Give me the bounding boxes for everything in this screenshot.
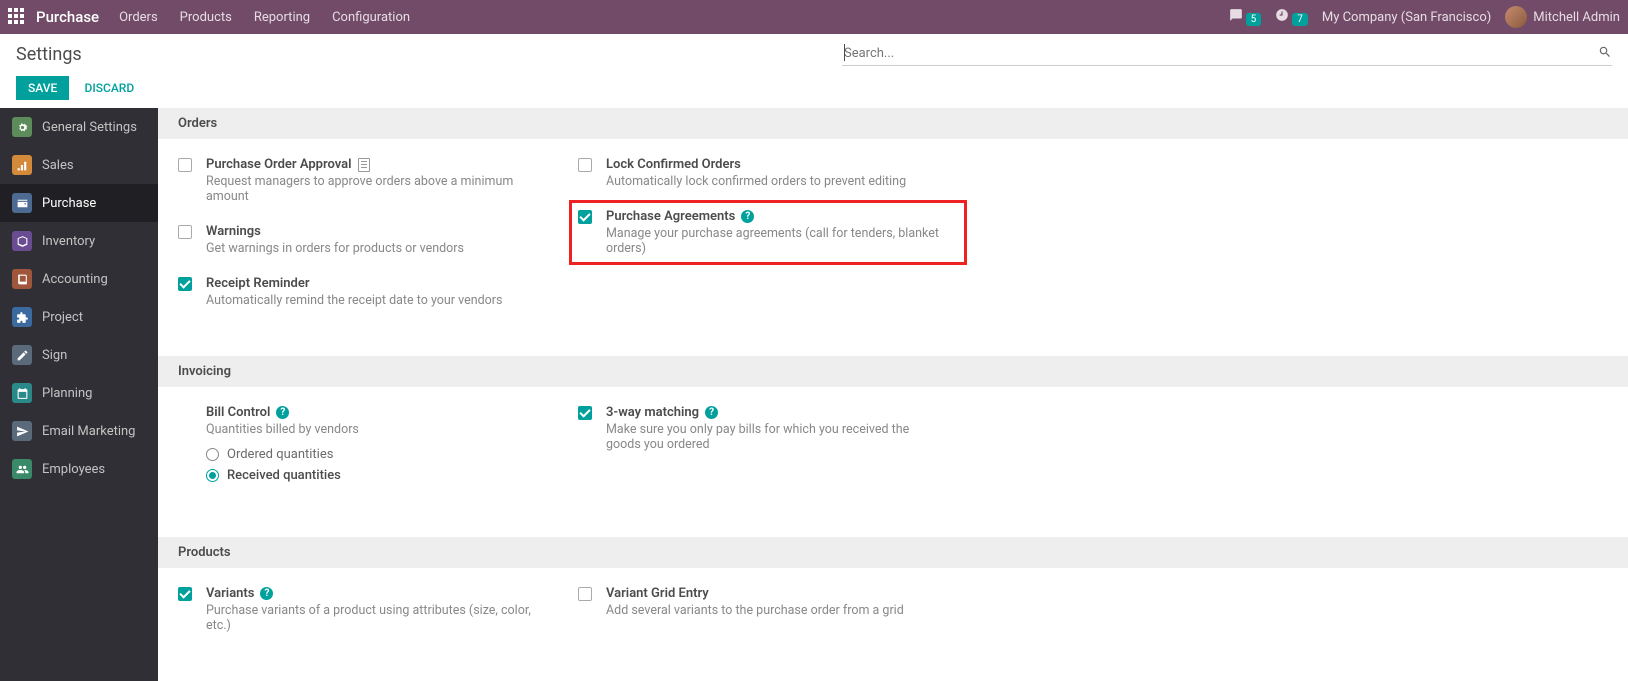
section-header-invoicing: Invoicing bbox=[158, 356, 1628, 387]
desc-receipt-reminder: Automatically remind the receipt date to… bbox=[206, 293, 503, 308]
label-warnings: Warnings bbox=[206, 224, 261, 239]
desc-purchase-agreements: Manage your purchase agreements (call fo… bbox=[606, 226, 950, 256]
control-panel: Settings SAVE DISCARD bbox=[0, 34, 1628, 108]
messages-indicator[interactable]: 5 bbox=[1229, 8, 1262, 26]
messages-count-badge: 5 bbox=[1246, 13, 1262, 26]
menu-products[interactable]: Products bbox=[180, 10, 232, 25]
label-bill-control: Bill Control bbox=[206, 405, 270, 420]
desc-bill-control: Quantities billed by vendors bbox=[206, 422, 359, 437]
highlighted-setting: Purchase Agreements? Manage your purchas… bbox=[578, 209, 958, 256]
sidebar-item-label: Sign bbox=[42, 348, 67, 363]
user-menu[interactable]: Mitchell Admin bbox=[1505, 6, 1620, 28]
users-icon bbox=[16, 463, 29, 476]
menu-orders[interactable]: Orders bbox=[119, 10, 158, 25]
desc-variants: Purchase variants of a product using att… bbox=[206, 603, 558, 633]
desc-lock-orders: Automatically lock confirmed orders to p… bbox=[606, 174, 906, 189]
sidebar-item-general-settings[interactable]: General Settings bbox=[0, 108, 158, 146]
calendar-icon bbox=[16, 387, 29, 400]
app-name: Purchase bbox=[36, 8, 99, 26]
checkbox-warnings[interactable] bbox=[178, 225, 192, 239]
desc-3way-matching: Make sure you only pay bills for which y… bbox=[606, 422, 936, 452]
book-icon bbox=[16, 273, 29, 286]
label-lock-orders: Lock Confirmed Orders bbox=[606, 157, 741, 172]
section-header-products: Products bbox=[158, 537, 1628, 568]
chart-icon bbox=[16, 159, 29, 172]
section-header-orders: Orders bbox=[158, 108, 1628, 139]
apps-launcher-icon[interactable] bbox=[8, 8, 26, 26]
menu-reporting[interactable]: Reporting bbox=[254, 10, 310, 25]
help-icon[interactable]: ? bbox=[260, 587, 273, 600]
checkbox-3way-matching[interactable] bbox=[578, 406, 592, 420]
radio-received-quantities[interactable]: Received quantities bbox=[206, 468, 359, 483]
label-po-approval: Purchase Order Approval bbox=[206, 157, 352, 172]
page-title: Settings bbox=[16, 44, 82, 65]
desc-variant-grid: Add several variants to the purchase ord… bbox=[606, 603, 904, 618]
label-variant-grid: Variant Grid Entry bbox=[606, 586, 709, 601]
activities-indicator[interactable]: 7 bbox=[1275, 8, 1308, 26]
top-navbar: Purchase Orders Products Reporting Confi… bbox=[0, 0, 1628, 34]
sidebar-item-purchase[interactable]: Purchase bbox=[0, 184, 158, 222]
checkbox-purchase-agreements[interactable] bbox=[578, 210, 592, 224]
sidebar-item-label: Project bbox=[42, 310, 83, 325]
sidebar-item-label: Email Marketing bbox=[42, 424, 135, 439]
document-icon bbox=[358, 158, 370, 172]
sidebar-item-accounting[interactable]: Accounting bbox=[0, 260, 158, 298]
chat-icon bbox=[1229, 8, 1243, 22]
sidebar-item-label: Employees bbox=[42, 462, 105, 477]
label-variants: Variants bbox=[206, 586, 254, 601]
user-name: Mitchell Admin bbox=[1533, 10, 1620, 25]
help-icon[interactable]: ? bbox=[276, 406, 289, 419]
sidebar-item-employees[interactable]: Employees bbox=[0, 450, 158, 488]
search-input[interactable] bbox=[842, 42, 1612, 65]
sidebar-item-project[interactable]: Project bbox=[0, 298, 158, 336]
help-icon[interactable]: ? bbox=[741, 210, 754, 223]
paper-plane-icon bbox=[16, 425, 29, 438]
sidebar-item-label: Accounting bbox=[42, 272, 108, 287]
sidebar-item-inventory[interactable]: Inventory bbox=[0, 222, 158, 260]
sidebar-item-sales[interactable]: Sales bbox=[0, 146, 158, 184]
help-icon[interactable]: ? bbox=[705, 406, 718, 419]
search-icon[interactable] bbox=[1598, 45, 1612, 59]
desc-po-approval: Request managers to approve orders above… bbox=[206, 174, 558, 204]
avatar bbox=[1505, 6, 1527, 28]
sidebar-item-label: Purchase bbox=[42, 196, 96, 211]
wallet-icon bbox=[16, 197, 29, 210]
settings-sidebar: General Settings Sales Purchase Inventor… bbox=[0, 108, 158, 681]
checkbox-receipt-reminder[interactable] bbox=[178, 277, 192, 291]
puzzle-icon bbox=[16, 311, 29, 324]
checkbox-variants[interactable] bbox=[178, 587, 192, 601]
gear-icon bbox=[16, 121, 29, 134]
save-button[interactable]: SAVE bbox=[16, 76, 69, 100]
clock-icon bbox=[1275, 8, 1289, 22]
sidebar-item-sign[interactable]: Sign bbox=[0, 336, 158, 374]
checkbox-variant-grid[interactable] bbox=[578, 587, 592, 601]
search-container bbox=[842, 42, 1612, 66]
sidebar-item-email-marketing[interactable]: Email Marketing bbox=[0, 412, 158, 450]
sidebar-item-label: General Settings bbox=[42, 120, 137, 135]
sidebar-item-label: Planning bbox=[42, 386, 92, 401]
sidebar-item-planning[interactable]: Planning bbox=[0, 374, 158, 412]
label-3way-matching: 3-way matching bbox=[606, 405, 699, 420]
sidebar-item-label: Sales bbox=[42, 158, 74, 173]
sidebar-item-label: Inventory bbox=[42, 234, 95, 249]
desc-warnings: Get warnings in orders for products or v… bbox=[206, 241, 464, 256]
checkbox-po-approval[interactable] bbox=[178, 158, 192, 172]
checkbox-lock-orders[interactable] bbox=[578, 158, 592, 172]
top-menu: Orders Products Reporting Configuration bbox=[119, 10, 410, 25]
box-icon bbox=[16, 235, 29, 248]
label-purchase-agreements: Purchase Agreements bbox=[606, 209, 735, 224]
company-selector[interactable]: My Company (San Francisco) bbox=[1322, 10, 1491, 25]
label-receipt-reminder: Receipt Reminder bbox=[206, 276, 310, 291]
menu-configuration[interactable]: Configuration bbox=[332, 10, 410, 25]
radio-ordered-quantities[interactable]: Ordered quantities bbox=[206, 447, 359, 462]
activities-count-badge: 7 bbox=[1292, 13, 1308, 26]
settings-content: Orders Purchase Order Approval Request m… bbox=[158, 108, 1628, 681]
pen-icon bbox=[16, 349, 29, 362]
discard-button[interactable]: DISCARD bbox=[73, 76, 147, 100]
